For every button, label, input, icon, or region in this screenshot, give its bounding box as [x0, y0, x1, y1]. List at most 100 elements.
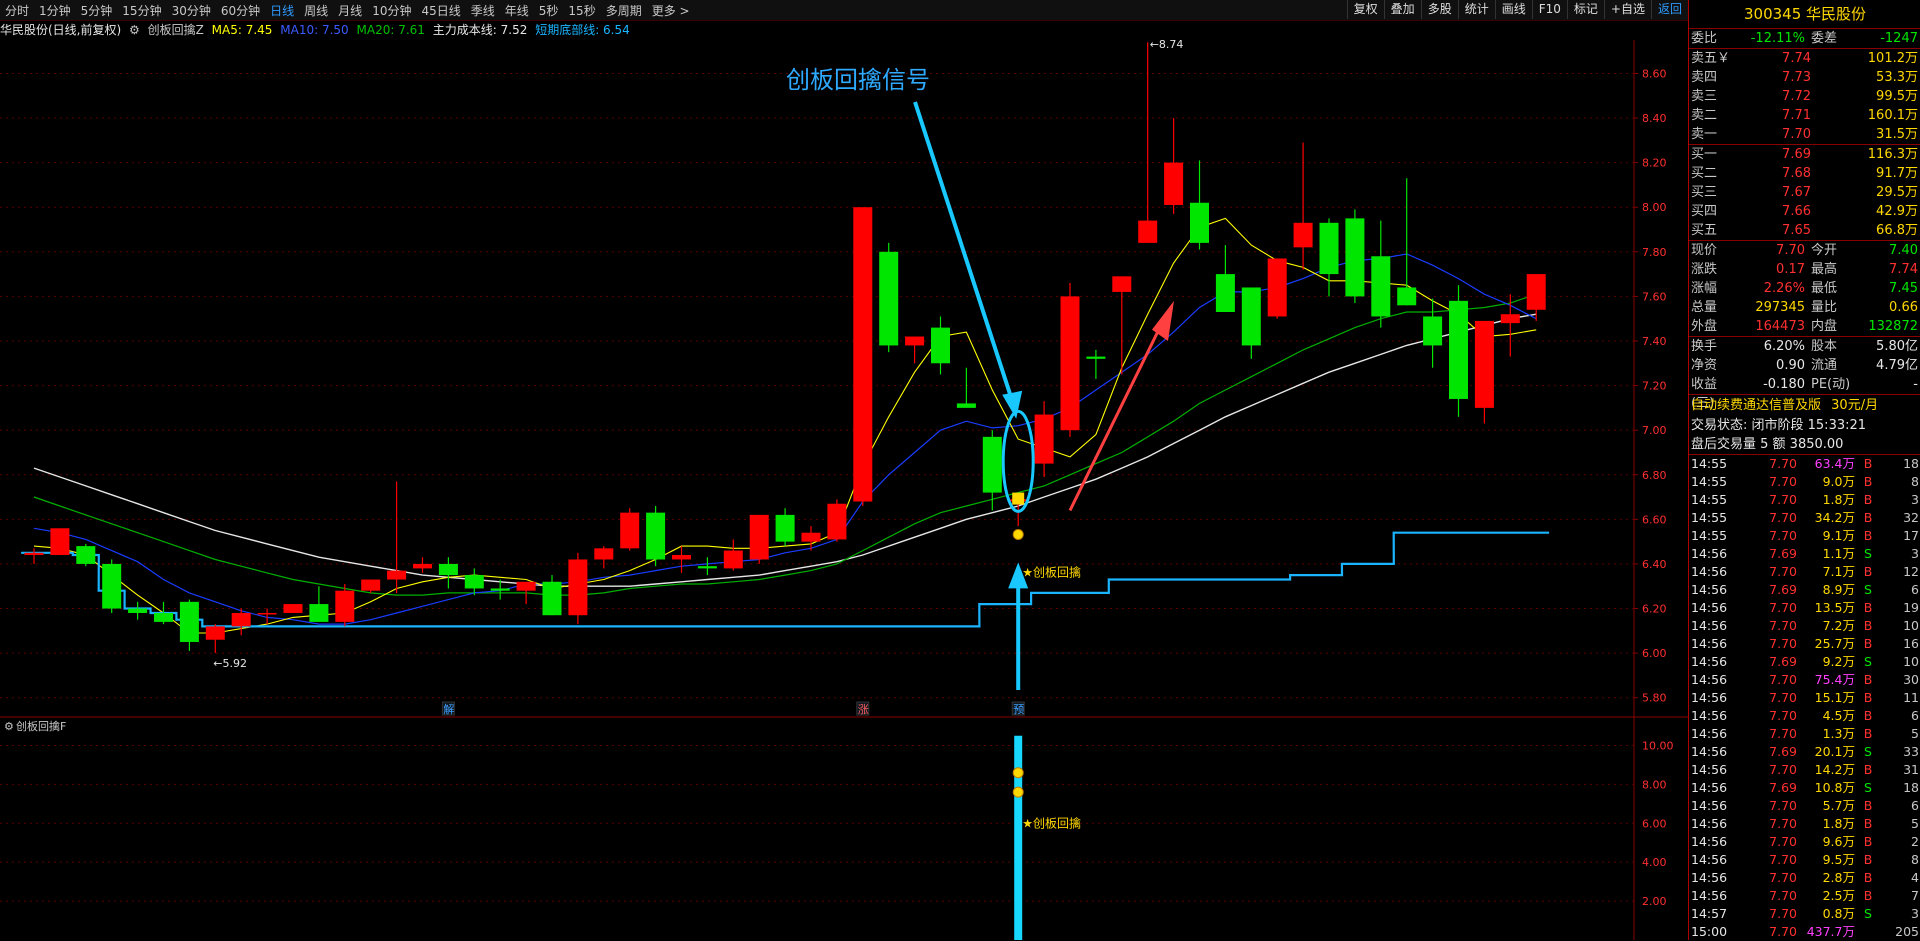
tool-button[interactable]: +自选: [1603, 0, 1651, 19]
tick-row: 14:56 7.70 14.2万 B 31: [1689, 761, 1920, 779]
period-tab[interactable]: 年线: [500, 2, 534, 19]
tool-button[interactable]: F10: [1531, 0, 1567, 19]
tick-time: 14:56: [1691, 618, 1728, 633]
tick-side: B: [1863, 510, 1873, 525]
period-tab[interactable]: 15秒: [563, 2, 600, 19]
tick-volume: 34.2万: [1814, 510, 1855, 525]
event-tag[interactable]: 涨: [858, 703, 869, 716]
stock-code-title[interactable]: 300345 华民股份: [1689, 0, 1920, 29]
tick-time: 14:56: [1691, 708, 1728, 723]
stat-value: 4.79亿: [1876, 358, 1918, 373]
order-level-row: 买三 7.67 29.5万: [1689, 183, 1920, 202]
tick-price: 7.70: [1769, 564, 1797, 579]
tool-button[interactable]: 多股: [1420, 0, 1458, 19]
tick-row: 14:56 7.70 1.3万 B 5: [1689, 725, 1920, 743]
tick-time: 14:56: [1691, 654, 1728, 669]
tick-volume: 15.1万: [1814, 690, 1855, 705]
candle-body: [1423, 316, 1443, 346]
period-tab[interactable]: 10分钟: [367, 2, 416, 19]
tick-count: 6: [1911, 582, 1919, 597]
candle-body: [905, 336, 925, 346]
promo-price[interactable]: 30元/月: [1831, 398, 1878, 413]
period-tabs: 分时 1分钟 5分钟 15分钟 30分钟 60分钟 日线 周线 月线 10分钟 45日线 季线 年线 5秒…: [0, 2, 695, 19]
candle-body: [542, 581, 562, 616]
candle-body: [1112, 276, 1132, 292]
tick-time: 14:56: [1691, 546, 1728, 561]
candle-body: [646, 512, 666, 560]
period-tab[interactable]: 月线: [333, 2, 367, 19]
tool-button[interactable]: 复权: [1346, 0, 1384, 19]
tick-volume: 8.9万: [1822, 582, 1855, 597]
stat-row: 收益(三) -0.180 PE(动) -: [1689, 375, 1920, 411]
candle-body: [1086, 356, 1106, 359]
period-tab[interactable]: 5秒: [534, 2, 564, 19]
tick-list[interactable]: 14:55 7.70 63.4万 B 18 14:55 7.70 9.0万 B 8 14:55 7.7…: [1689, 455, 1920, 941]
period-tab[interactable]: 多周期: [601, 2, 647, 19]
tick-price: 7.69: [1769, 582, 1797, 597]
tick-count: 205: [1895, 924, 1919, 939]
period-tab[interactable]: 30分钟: [167, 2, 216, 19]
support-line: [21, 531, 1550, 628]
candle-body: [335, 590, 355, 622]
tool-button[interactable]: 返回: [1650, 0, 1688, 19]
event-tag[interactable]: 解: [443, 702, 454, 716]
tool-button[interactable]: 画线: [1494, 0, 1532, 19]
price-tick-label: 6.60: [1642, 513, 1667, 526]
period-tab[interactable]: 日线: [265, 2, 299, 19]
order-level-row: 买四 7.66 42.9万: [1689, 202, 1920, 221]
candle-body: [827, 503, 847, 540]
stat-value: 2.26%: [1763, 281, 1805, 296]
period-tab[interactable]: 5分钟: [76, 2, 118, 19]
stat-value: 297345: [1755, 300, 1805, 315]
formula-settings-icon[interactable]: ⚙: [129, 23, 140, 37]
promo-banner[interactable]: 自动续费通达信普及版 30元/月: [1689, 395, 1920, 416]
price-tick-label: 8.00: [1642, 201, 1667, 214]
period-tab[interactable]: 更多 >: [647, 2, 695, 19]
tick-count: 2: [1911, 834, 1919, 849]
tick-row: 14:56 7.70 13.5万 B 19: [1689, 599, 1920, 617]
candle-body: [1397, 287, 1417, 306]
order-level-row: 买一 7.69 116.3万: [1689, 145, 1920, 164]
formula-name[interactable]: 创板回擒Z: [148, 23, 204, 37]
period-tab[interactable]: 周线: [299, 2, 333, 19]
order-level-label: 卖二: [1691, 108, 1718, 123]
tick-side: B: [1863, 798, 1873, 813]
order-level-price: 7.70: [1782, 127, 1811, 142]
stat-value: 7.70: [1776, 243, 1805, 258]
stat-row: 涨跌 0.17 最高 7.74: [1689, 260, 1920, 279]
period-tab[interactable]: 60分钟: [216, 2, 265, 19]
stat-label: 今开: [1811, 243, 1838, 258]
tick-price: 7.70: [1769, 762, 1797, 777]
signal-marker-square: [1012, 492, 1025, 505]
candle-body: [205, 626, 225, 640]
stat-value: 5.80亿: [1876, 339, 1918, 354]
price-tick-label: 8.60: [1642, 67, 1667, 80]
period-tab[interactable]: 45日线: [416, 2, 465, 19]
tool-button[interactable]: 统计: [1457, 0, 1495, 19]
tick-side: B: [1863, 636, 1873, 651]
tick-time: 14:56: [1691, 798, 1728, 813]
stat-value: 132872: [1868, 319, 1918, 334]
tick-row: 14:56 7.69 10.8万 S 18: [1689, 779, 1920, 797]
promo-text[interactable]: 自动续费通达信普及版: [1691, 398, 1821, 413]
kline-chart-area[interactable]: 8.60 8.40 8.20 8.00 7.80 7.60 7.40 7.20 7.00 6.80…: [0, 40, 1688, 940]
chart-tool-buttons: 复权 叠加 多股 统计 画线 F10 标记 +自选 返回: [1346, 0, 1688, 20]
period-tab[interactable]: 15分钟: [117, 2, 166, 19]
lower-signal-label: ★创板回擒: [1022, 815, 1081, 830]
period-tab[interactable]: 分时: [0, 2, 34, 19]
period-tab[interactable]: 1分钟: [34, 2, 76, 19]
lower-panel-settings-icon[interactable]: ⚙: [4, 720, 14, 733]
price-tick-label: 6.80: [1642, 469, 1667, 482]
candle-body: [50, 528, 70, 556]
period-tab[interactable]: 季线: [466, 2, 500, 19]
tick-count: 6: [1911, 798, 1919, 813]
tool-button[interactable]: 标记: [1566, 0, 1604, 19]
order-level-row: 买五 7.65 66.8万: [1689, 221, 1920, 240]
tick-price: 7.70: [1769, 888, 1797, 903]
event-tag[interactable]: 预: [1013, 703, 1024, 716]
tick-time: 14:55: [1691, 528, 1728, 543]
tick-time: 14:56: [1691, 744, 1728, 759]
stat-label: 涨跌: [1691, 262, 1718, 277]
tool-button[interactable]: 叠加: [1383, 0, 1421, 19]
order-level-row: 卖三 7.72 99.5万: [1689, 87, 1920, 106]
